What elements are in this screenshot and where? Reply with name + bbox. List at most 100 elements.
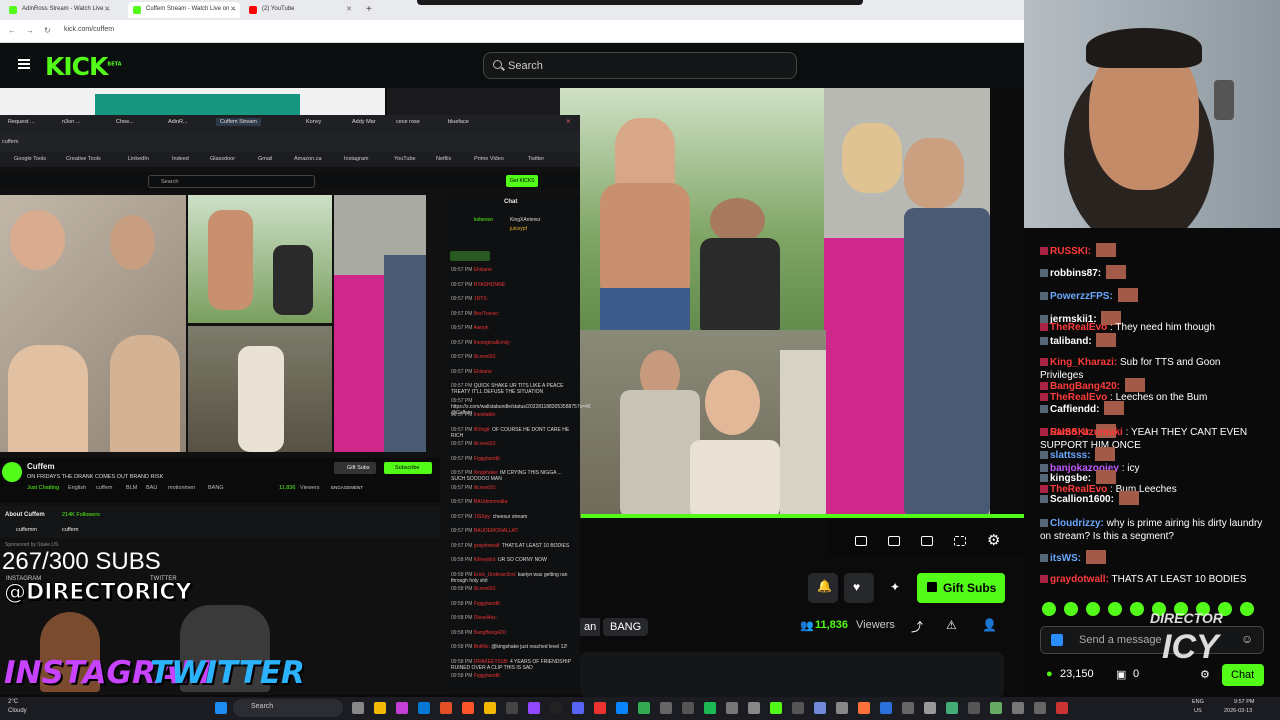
app-icon[interactable] — [792, 702, 804, 714]
share-icon[interactable]: ⤴ — [911, 618, 923, 635]
clip-button[interactable]: ✦ — [880, 573, 910, 603]
tag[interactable]: BAU — [146, 485, 157, 491]
chat-username[interactable]: graydotwall: — [1050, 574, 1109, 585]
emoji-icon[interactable]: ☺ — [1241, 632, 1253, 646]
inner-tab[interactable]: Chee... — [116, 119, 134, 125]
avatar[interactable] — [2, 462, 22, 482]
app-icon[interactable] — [990, 702, 1002, 714]
app-icon[interactable] — [440, 702, 452, 714]
app-icon[interactable] — [550, 702, 562, 714]
menu-icon[interactable] — [18, 59, 30, 69]
pin-icon[interactable] — [1051, 634, 1063, 646]
app-icon[interactable] — [1012, 702, 1024, 714]
chat-username[interactable]: Awoyk: — [474, 325, 490, 331]
bookmark[interactable]: LinkedIn — [128, 156, 149, 162]
browser-tab-adinross[interactable]: AdinRoss Stream - Watch Live ... ✕ — [4, 2, 114, 18]
firefox-icon[interactable] — [858, 702, 870, 714]
chat-username[interactable]: lilcreed10: — [474, 485, 497, 491]
app-icon[interactable] — [946, 702, 958, 714]
tag-bang[interactable]: BANG — [603, 618, 649, 636]
get-kicks-button[interactable]: Get KICKS — [506, 175, 539, 187]
tag[interactable]: English — [68, 485, 86, 491]
chat-username[interactable]: Cloudrizzy: — [1050, 518, 1104, 529]
emote-icon[interactable] — [1108, 602, 1122, 616]
chat-username[interactable]: lilcreed10: — [474, 441, 497, 447]
chat-username[interactable]: BAUDEMONALLAT: — [474, 528, 519, 534]
gear-icon[interactable]: ⚙ — [987, 531, 1000, 549]
emote-icon[interactable] — [1130, 602, 1144, 616]
chat-username[interactable]: Samo_uzumaki — [1050, 427, 1123, 438]
search-input[interactable]: Search — [483, 52, 797, 79]
clock-time[interactable]: 9:57 PM — [1234, 699, 1254, 705]
inner-url[interactable]: cuffem — [2, 139, 18, 145]
chat-username[interactable]: Caffiendd: — [1050, 404, 1099, 415]
report-icon[interactable]: ⚠ — [946, 618, 957, 632]
app-icon[interactable] — [814, 702, 826, 714]
chat-username[interactable]: Figgybandit: — [474, 601, 501, 607]
fullscreen-icon[interactable] — [954, 536, 966, 546]
edge-icon[interactable] — [418, 702, 430, 714]
app-icon[interactable] — [1034, 702, 1046, 714]
inner-tab[interactable]: blueface — [448, 119, 469, 125]
app-icon[interactable] — [836, 702, 848, 714]
chat-username[interactable]: itsWS: — [1050, 553, 1081, 564]
chat-username[interactable]: 1RTS: — [474, 296, 488, 302]
taskbar-search[interactable] — [233, 699, 343, 717]
chat-username[interactable]: Elokane — [474, 369, 492, 375]
app-icon[interactable] — [616, 702, 628, 714]
chat-username[interactable]: BotRix: — [474, 644, 490, 650]
inner-tab[interactable]: AdinR... — [168, 119, 188, 125]
bookmark[interactable]: Amazon.ca — [294, 156, 322, 162]
chat-username[interactable]: RYASHONNE: — [474, 282, 507, 288]
twitch-icon[interactable] — [528, 702, 540, 714]
gift-subs-button-small[interactable]: Gift Subs — [334, 462, 376, 474]
inner-tab[interactable]: Addy Mar — [352, 119, 376, 125]
chat-username[interactable]: BeoTravoc: — [474, 311, 499, 317]
app-icon[interactable] — [726, 702, 738, 714]
emote-icon[interactable] — [1086, 602, 1100, 616]
app-icon[interactable] — [594, 702, 606, 714]
bookmark[interactable]: YouTube — [394, 156, 416, 162]
lang-indicator[interactable]: ENG — [1192, 699, 1204, 705]
tag[interactable]: motionmen — [168, 485, 195, 491]
app-icon[interactable] — [1056, 702, 1068, 714]
user-icon[interactable]: 👤 — [982, 618, 997, 632]
bookmark[interactable]: Instagram — [344, 156, 368, 162]
emote-icon[interactable] — [1064, 602, 1078, 616]
app-icon[interactable] — [902, 702, 914, 714]
mini-player-icon[interactable] — [921, 536, 933, 546]
bookmark[interactable]: Indeed — [172, 156, 189, 162]
tag[interactable]: cuffem — [96, 485, 112, 491]
emote-icon[interactable] — [1042, 602, 1056, 616]
chat-username[interactable]: King_Kharazi: — [1050, 357, 1117, 368]
app-icon[interactable] — [660, 702, 672, 714]
chat-username[interactable]: Inevitable: — [474, 412, 497, 418]
kick-app-icon[interactable] — [770, 702, 782, 714]
bookmark[interactable]: Glassdoor — [210, 156, 235, 162]
back-icon[interactable]: ← — [8, 26, 16, 35]
windows-start-icon[interactable] — [215, 702, 227, 714]
chat-username[interactable]: lilVingll: — [474, 427, 491, 433]
chat-username[interactable]: slattsss: — [1050, 450, 1091, 461]
chat-username[interactable]: theoriginaIEmily: — [474, 340, 511, 346]
app-icon[interactable] — [748, 702, 760, 714]
app-icon[interactable] — [396, 702, 408, 714]
clock-date[interactable]: 2026-03-13 — [1224, 708, 1252, 714]
subscribe-button[interactable]: Subscribe — [384, 462, 432, 474]
tag[interactable]: an — [580, 618, 601, 636]
chat-username[interactable]: Killreyldol: — [474, 557, 497, 563]
pip-icon[interactable] — [855, 536, 867, 546]
bookmark[interactable]: Twitter — [528, 156, 544, 162]
chat-username[interactable]: graydotwall: — [474, 543, 501, 549]
app-icon[interactable] — [506, 702, 518, 714]
inner-tab-active[interactable]: Cuffem Stream — [216, 118, 261, 126]
inner-tab[interactable]: n3on ... — [62, 119, 80, 125]
kick-logo[interactable]: KICKBETA — [45, 52, 122, 81]
close-icon[interactable]: ✕ — [230, 5, 236, 13]
brave-icon[interactable] — [462, 702, 474, 714]
chat-username[interactable]: PowerzzFPS: — [1050, 291, 1113, 302]
chrome-icon[interactable] — [638, 702, 650, 714]
close-icon[interactable]: ✕ — [346, 5, 352, 13]
browser-tab-youtube[interactable]: (2) YouTube ✕ — [244, 2, 356, 18]
spotify-icon[interactable] — [704, 702, 716, 714]
